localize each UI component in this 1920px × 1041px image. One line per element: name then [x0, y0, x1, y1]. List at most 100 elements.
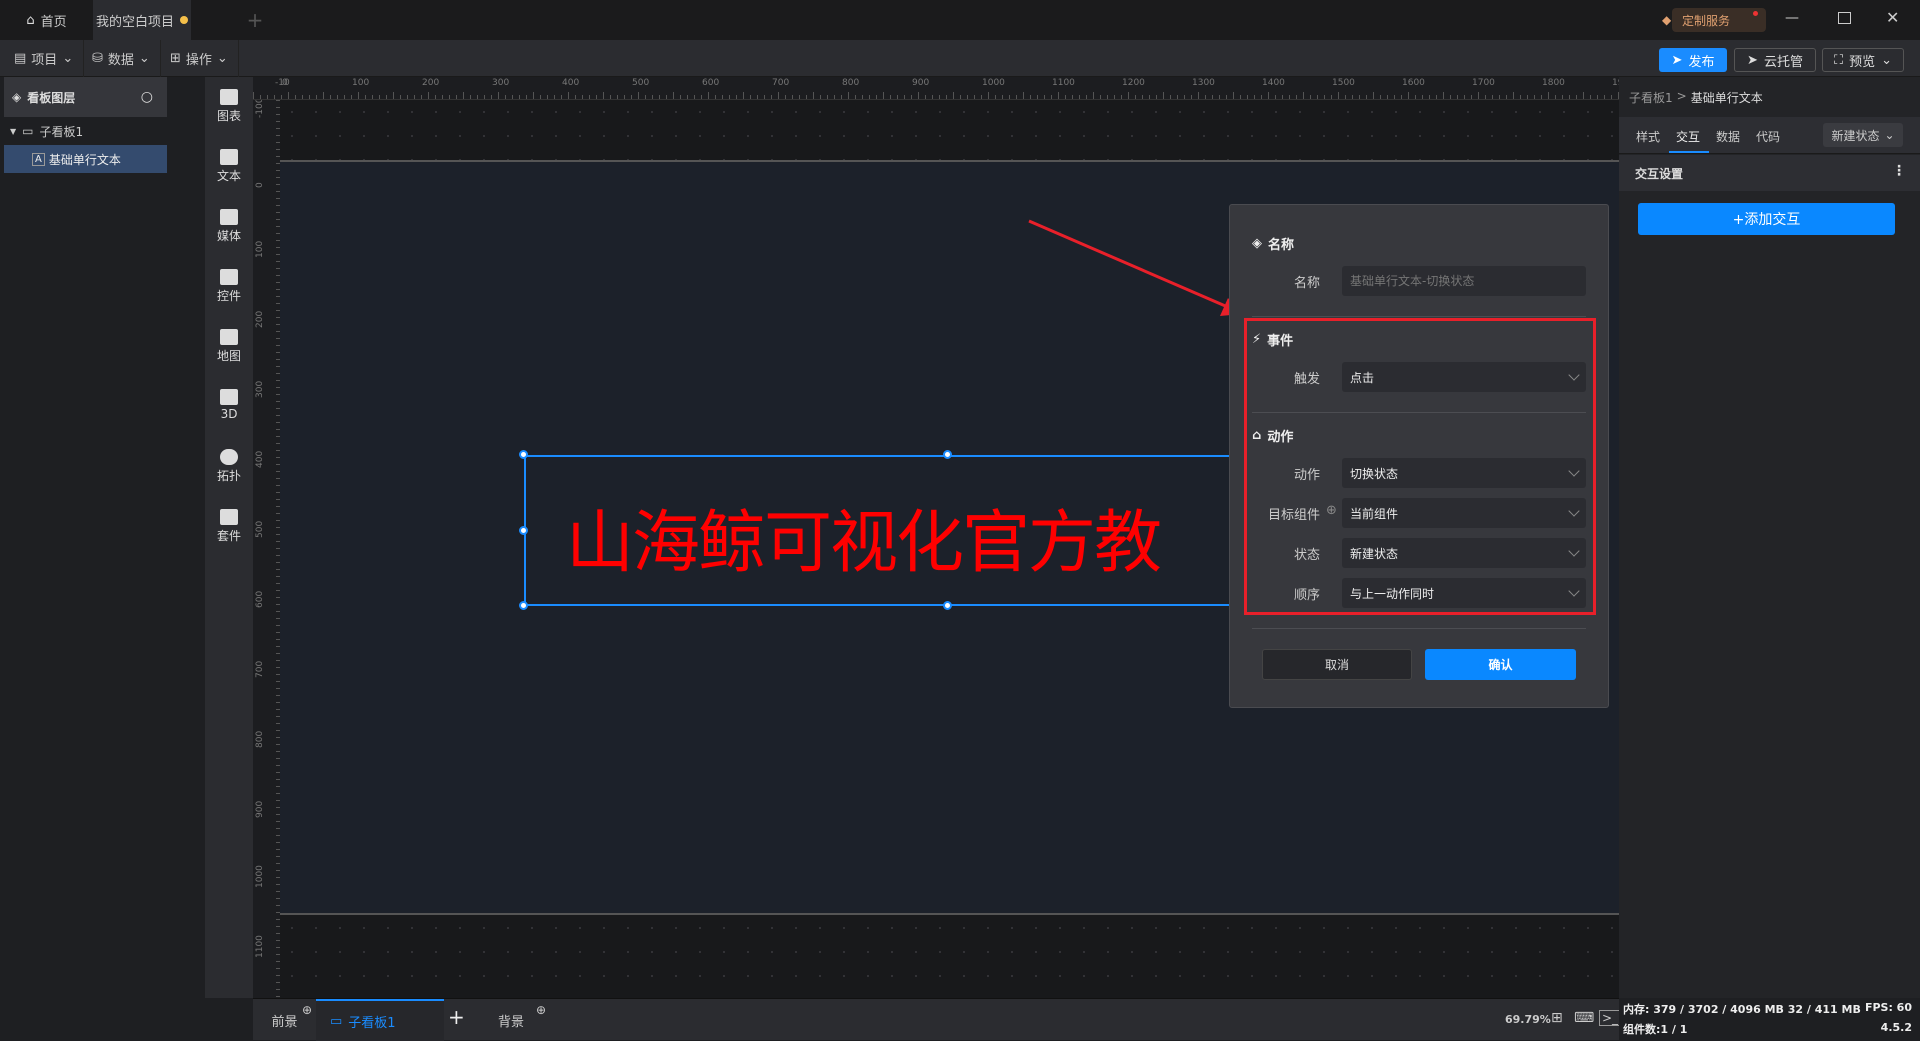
ruler-top-label: 1800	[1542, 78, 1565, 88]
ruler-top-label: 1000	[982, 78, 1005, 88]
chevron-down-icon: ⌄	[138, 51, 150, 66]
ruler-left-label: -100	[255, 100, 265, 118]
action-select[interactable]: 切换状态	[1342, 458, 1586, 488]
state-select[interactable]: 新建状态	[1342, 538, 1586, 568]
ruler-top-label: 0	[282, 78, 288, 88]
target-select[interactable]: 当前组件	[1342, 498, 1586, 528]
more-vertical-icon[interactable]: ⋮	[1892, 163, 1906, 179]
component-map[interactable]: 地图	[205, 329, 253, 364]
tab-data[interactable]: 数据	[1716, 128, 1740, 145]
resize-handle[interactable]	[943, 450, 952, 459]
bar-chart-icon	[220, 89, 238, 105]
chevron-down-icon	[1568, 585, 1580, 597]
active-tab-indicator	[1669, 151, 1709, 153]
target-picker-icon[interactable]: ⊕	[1326, 503, 1337, 518]
tab-style[interactable]: 样式	[1636, 128, 1660, 145]
name-input[interactable]	[1342, 266, 1586, 296]
fps-counter: FPS: 60	[1864, 1001, 1912, 1014]
confirm-button[interactable]: 确认	[1425, 649, 1576, 680]
breadcrumb-separator: >	[1676, 89, 1687, 103]
fit-screen-icon[interactable]: ⊞	[1551, 1010, 1563, 1026]
foreground-tab[interactable]: 前景 ⊕	[253, 999, 316, 1041]
ruler-top-label: 1700	[1472, 78, 1495, 88]
ruler-left-label: 100	[255, 240, 265, 258]
component-text[interactable]: 文本	[205, 149, 253, 184]
ops-menu[interactable]: ⊞ 操作 ⌄	[160, 40, 239, 77]
custom-service-button[interactable]: ◆ 定制服务	[1662, 8, 1766, 32]
tab-interaction[interactable]: 交互	[1676, 128, 1700, 145]
add-interaction-button[interactable]: +添加交互	[1638, 203, 1895, 235]
component-controls[interactable]: 控件	[205, 269, 253, 304]
file-icon: ▤	[14, 51, 27, 66]
board-icon: ▭	[330, 1013, 343, 1029]
layer-board-item[interactable]: ▼ ▭ 子看板1	[4, 117, 167, 145]
lightning-icon: ⚡	[1252, 332, 1262, 347]
name-section-header: ◈ 名称	[1252, 234, 1294, 253]
publish-button[interactable]: ➤ 发布	[1659, 48, 1727, 72]
layers-icon: ◈	[12, 90, 22, 104]
target-value: 当前组件	[1350, 506, 1399, 521]
background-tab[interactable]: 背景 ⊕	[480, 999, 546, 1041]
trigger-label: 触发	[1293, 372, 1320, 387]
ruler-left-label: 500	[255, 520, 265, 538]
ruler-top-label: 500	[632, 78, 650, 88]
add-circle-icon[interactable]: ⊕	[302, 1003, 312, 1017]
order-label: 顺序	[1293, 588, 1320, 603]
send-icon: ➤	[1747, 52, 1758, 68]
resize-handle[interactable]	[519, 601, 528, 610]
data-menu[interactable]: ⛁ 数据 ⌄	[82, 40, 161, 77]
component-label: 图表	[216, 109, 241, 123]
component-3d[interactable]: 3D	[205, 389, 253, 421]
cancel-button[interactable]: 取消	[1262, 649, 1412, 680]
resize-handle[interactable]	[943, 601, 952, 610]
preview-button[interactable]: ⛶ 预览 ⌄	[1822, 48, 1904, 72]
add-circle-icon[interactable]: ⊕	[536, 1003, 546, 1017]
order-select[interactable]: 与上一动作同时	[1342, 578, 1586, 608]
ruler-top-label: 600	[702, 78, 720, 88]
restore-button[interactable]	[1838, 12, 1851, 24]
background-label: 背景	[497, 1014, 524, 1030]
terminal-icon[interactable]: >_	[1599, 1010, 1622, 1026]
component-chart[interactable]: 图表	[205, 89, 253, 124]
keyboard-icon[interactable]: ⌨	[1574, 1010, 1594, 1026]
action-value: 切换状态	[1350, 466, 1399, 481]
trigger-select[interactable]: 点击	[1342, 362, 1586, 392]
ops-menu-label: 操作	[185, 53, 212, 68]
component-kit[interactable]: 套件	[205, 509, 253, 544]
ruler-left-label: 600	[255, 590, 265, 608]
zoom-level[interactable]: 69.79%	[1505, 1013, 1551, 1026]
new-tab-button[interactable]: +	[240, 0, 270, 40]
text-component-content: 山海鲸可视化官方教	[566, 504, 1162, 583]
ruler-left-label: 0	[255, 182, 265, 188]
component-label: 媒体	[216, 229, 241, 243]
ruler-top-label: 1900	[1612, 78, 1619, 88]
layer-text-item[interactable]: A 基础单行文本	[4, 145, 167, 173]
cloud-host-button[interactable]: ➤ 云托管	[1734, 48, 1816, 72]
tab-project[interactable]: 我的空白项目	[93, 0, 191, 40]
breadcrumb-parent[interactable]: 子看板1	[1629, 89, 1673, 106]
component-media[interactable]: 媒体	[205, 209, 253, 244]
close-button[interactable]: ✕	[1886, 8, 1899, 27]
tab-home[interactable]: ⌂ 首页	[0, 0, 93, 40]
component-topology[interactable]: 拓扑	[205, 449, 253, 484]
name-label: 名称	[1293, 276, 1320, 291]
state-dropdown[interactable]: 新建状态 ⌄	[1823, 123, 1903, 147]
send-icon: ➤	[1671, 52, 1683, 68]
resize-handle[interactable]	[519, 526, 528, 535]
add-board-button[interactable]: +	[448, 1005, 465, 1029]
custom-service-label: 定制服务	[1682, 13, 1731, 28]
ruler-left: -100 0 100 200 300 400 500 600 700 800 900 1000 1100	[253, 100, 280, 998]
resize-handle[interactable]	[519, 450, 528, 459]
tab-code[interactable]: 代码	[1756, 128, 1780, 145]
minimize-button[interactable]: —	[1785, 10, 1799, 26]
component-bar: 图表 文本 媒体 控件 地图 3D 拓扑 套件	[205, 77, 253, 998]
toolbar: ▤ 项目 ⌄ ⛁ 数据 ⌄ ⊞ 操作 ⌄ ➤ 发布 ➤ 云托管 ⛶ 预览 ⌄	[0, 40, 1920, 77]
interaction-dialog: ◈ 名称 名称 ⚡ 事件 触发 点击 ⌂ 动作 动作 切换状态 目标组件 ⊕ 当前组件…	[1229, 204, 1609, 708]
project-menu-label: 项目	[31, 53, 58, 68]
ruler-left-label: 1000	[255, 865, 265, 888]
layer-panel: ◈ 看板图层 ○ ▼ ▭ 子看板1 A 基础单行文本	[0, 77, 205, 1040]
event-section-header: ⚡ 事件	[1252, 330, 1293, 349]
project-menu[interactable]: ▤ 项目 ⌄	[4, 40, 85, 77]
search-icon[interactable]: ○	[141, 89, 153, 105]
board-tab-active[interactable]: ▭ 子看板1	[316, 999, 444, 1041]
